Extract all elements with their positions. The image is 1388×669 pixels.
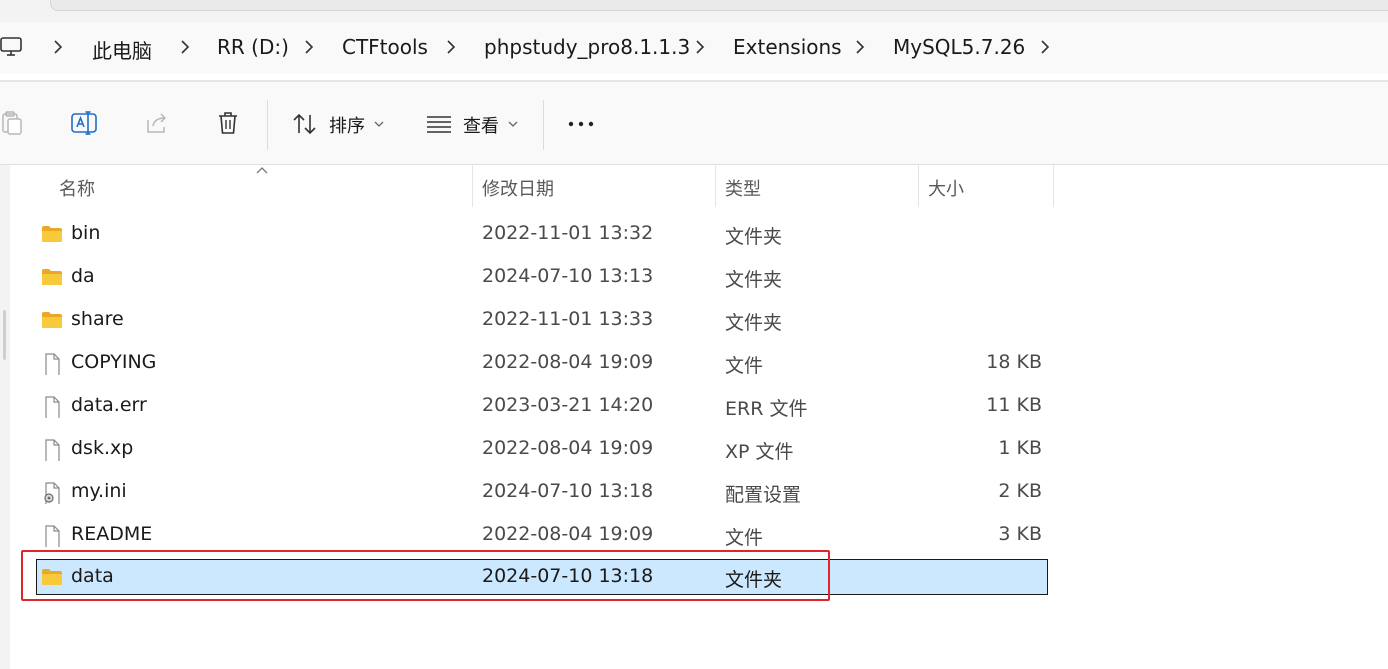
- chevron-right-icon[interactable]: [853, 38, 867, 56]
- paste-icon[interactable]: [0, 110, 24, 136]
- breadcrumb-item-extensions[interactable]: Extensions: [733, 35, 842, 59]
- file-type: 文件夹: [725, 312, 783, 334]
- scrollbar-thumb[interactable]: [3, 310, 6, 360]
- column-header-name-label: 名称: [59, 179, 95, 200]
- folder-icon: [42, 312, 62, 328]
- file-icon: [45, 439, 60, 461]
- command-bar: 排序 查看: [0, 82, 1388, 164]
- file-date: 2022-08-04 19:09: [482, 437, 654, 459]
- chevron-down-icon[interactable]: [373, 120, 385, 128]
- column-divider[interactable]: [1053, 165, 1054, 207]
- column-header-size[interactable]: 大小: [919, 165, 1053, 207]
- column-header-date-label: 修改日期: [482, 179, 554, 200]
- navigation-pane-edge: [0, 165, 10, 669]
- file-type: 文件夹: [725, 269, 783, 291]
- file-date: 2022-08-04 19:09: [482, 351, 654, 373]
- column-header-type-label: 类型: [725, 179, 761, 200]
- address-bar[interactable]: 此电脑 RR (D:) CTFtools phpstudy_pro8.1.1.3…: [0, 22, 1388, 74]
- breadcrumb-item-drive[interactable]: RR (D:): [217, 35, 289, 59]
- file-size: 11 KB: [986, 394, 1042, 416]
- file-row[interactable]: my.ini 2024-07-10 13:18 配置设置 2 KB: [36, 474, 1048, 510]
- chevron-right-icon[interactable]: [693, 38, 707, 56]
- view-icon[interactable]: [426, 114, 452, 134]
- column-header-name[interactable]: 名称: [36, 165, 472, 207]
- sort-icon[interactable]: [292, 112, 318, 136]
- chevron-right-icon[interactable]: [51, 38, 65, 56]
- column-header-type[interactable]: 类型: [716, 165, 918, 207]
- file-row[interactable]: README 2022-08-04 19:09 文件 3 KB: [36, 517, 1048, 553]
- file-date: 2023-03-21 14:20: [482, 394, 654, 416]
- file-type: 文件: [725, 527, 764, 549]
- file-size: 2 KB: [998, 480, 1042, 502]
- tab-edge: [50, 0, 1388, 11]
- file-type: XP 文件: [725, 441, 794, 463]
- file-name: dsk.xp: [71, 437, 134, 459]
- file-type: 文件夹: [725, 226, 783, 248]
- file-name: my.ini: [71, 480, 127, 502]
- file-date: 2024-07-10 13:13: [482, 265, 654, 287]
- chevron-right-icon[interactable]: [1038, 38, 1052, 56]
- toolbar-divider: [267, 100, 268, 150]
- file-name: data.err: [71, 394, 147, 416]
- column-header-size-label: 大小: [928, 179, 964, 200]
- breadcrumb-item-phpstudy[interactable]: phpstudy_pro8.1.1.3: [484, 35, 690, 59]
- folder-icon: [42, 226, 62, 242]
- file-name: share: [71, 308, 124, 330]
- file-type: 配置设置: [725, 484, 802, 506]
- file-date: 2022-11-01 13:32: [482, 222, 654, 244]
- chevron-right-icon[interactable]: [444, 38, 458, 56]
- file-row[interactable]: data.err 2023-03-21 14:20 ERR 文件 11 KB: [36, 388, 1048, 424]
- breadcrumb-item-mysql[interactable]: MySQL5.7.26: [893, 35, 1025, 59]
- file-row[interactable]: share 2022-11-01 13:33 文件夹: [36, 302, 1048, 338]
- file-date: 2024-07-10 13:18: [482, 480, 654, 502]
- breadcrumb-item-this-pc[interactable]: 此电脑: [92, 35, 152, 64]
- file-icon: [45, 353, 60, 375]
- chevron-down-icon[interactable]: [507, 120, 519, 128]
- folder-icon: [42, 269, 62, 285]
- file-icon: [45, 396, 60, 418]
- file-name: bin: [71, 222, 101, 244]
- file-row[interactable]: bin 2022-11-01 13:32 文件夹: [36, 216, 1048, 252]
- share-icon[interactable]: [144, 110, 170, 136]
- chevron-right-icon[interactable]: [302, 38, 316, 56]
- column-header-date[interactable]: 修改日期: [473, 165, 715, 207]
- more-options-icon[interactable]: [567, 120, 595, 128]
- file-name: COPYING: [71, 351, 157, 373]
- file-type: ERR 文件: [725, 398, 808, 420]
- file-row[interactable]: dsk.xp 2022-08-04 19:09 XP 文件 1 KB: [36, 431, 1048, 467]
- settings-file-icon: [44, 482, 60, 504]
- rename-icon[interactable]: [71, 110, 97, 136]
- file-size: 3 KB: [998, 523, 1042, 545]
- file-icon: [45, 525, 60, 547]
- file-type: 文件: [725, 355, 764, 377]
- toolbar-divider: [543, 100, 544, 150]
- file-row[interactable]: COPYING 2022-08-04 19:09 文件 18 KB: [36, 345, 1048, 381]
- annotation-highlight-box: [21, 550, 830, 601]
- sort-button[interactable]: 排序: [329, 112, 365, 138]
- file-size: 18 KB: [986, 351, 1042, 373]
- breadcrumb-item-ctftools[interactable]: CTFtools: [342, 35, 428, 59]
- file-row[interactable]: da 2024-07-10 13:13 文件夹: [36, 259, 1048, 295]
- file-name: da: [71, 265, 95, 287]
- delete-icon[interactable]: [216, 110, 240, 136]
- file-date: 2022-08-04 19:09: [482, 523, 654, 545]
- file-name: README: [71, 523, 153, 545]
- window-top-strip: [0, 0, 1388, 22]
- file-size: 1 KB: [998, 437, 1042, 459]
- computer-icon[interactable]: [0, 36, 22, 58]
- view-button[interactable]: 查看: [463, 112, 499, 138]
- chevron-right-icon[interactable]: [178, 38, 192, 56]
- file-date: 2022-11-01 13:33: [482, 308, 654, 330]
